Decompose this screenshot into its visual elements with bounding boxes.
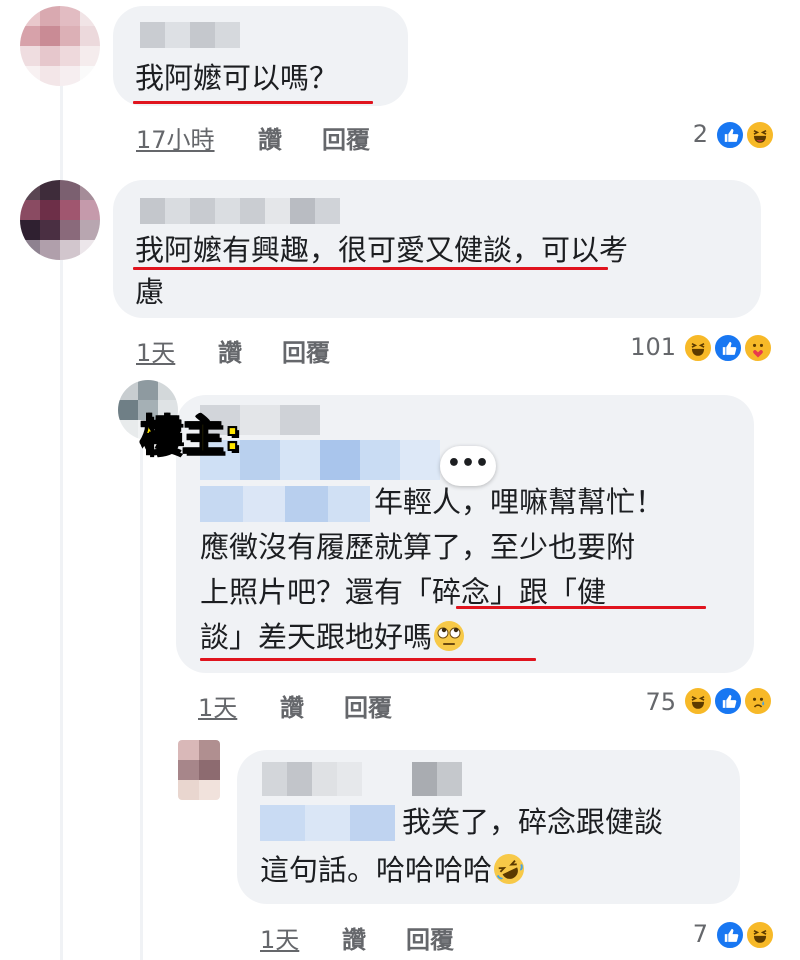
reply-link[interactable]: 回覆 [322, 120, 370, 155]
comment-text-line: 我阿嬤有興趣，很可愛又健談，可以考 [135, 233, 629, 267]
comment-text-line: 慮 [135, 275, 165, 309]
like-reaction-icon [713, 333, 743, 363]
like-reaction-icon [715, 920, 745, 950]
comment-text-line: 這句話。哈哈哈哈 [260, 848, 526, 892]
comment-timestamp[interactable]: 1天 [198, 694, 237, 722]
avatar[interactable] [20, 6, 100, 86]
op-badge: 樓主: [139, 410, 242, 461]
comment-actions: 1天 [198, 688, 237, 723]
comment-text-segment: 談」差天跟地好嗎 [200, 620, 433, 654]
like-reaction-icon [713, 686, 743, 716]
reaction-count[interactable]: 7 [670, 920, 708, 948]
reaction-count[interactable]: 75 [630, 688, 676, 716]
like-link[interactable]: 讚 [218, 333, 242, 368]
sad-reaction-icon [743, 686, 773, 716]
highlight-underline [133, 267, 608, 270]
comment-actions: 1天 [136, 333, 175, 368]
commenter-name-blurred[interactable] [140, 22, 240, 48]
comment-text-line: 應徵沒有履歷就算了，至少也要附 [200, 530, 636, 564]
mentioned-name-blurred[interactable] [200, 486, 370, 522]
eye-roll-emoji-icon [434, 621, 465, 651]
comment-text-line: 談」差天跟地好嗎 [200, 615, 466, 659]
reaction-count[interactable]: 2 [660, 120, 708, 148]
haha-reaction-icon [683, 333, 713, 363]
care-reaction-icon [743, 333, 773, 363]
like-link[interactable]: 讚 [258, 120, 282, 155]
reply-link[interactable]: 回覆 [344, 688, 392, 723]
comment-timestamp[interactable]: 1天 [136, 339, 175, 367]
highlight-underline [200, 658, 536, 661]
haha-reaction-icon [745, 920, 775, 950]
avatar[interactable] [178, 740, 220, 800]
rofl-emoji-icon [494, 854, 525, 884]
comment-text: 我阿嬤可以嗎？ [135, 61, 339, 95]
comment-actions: 17小時 [136, 120, 215, 155]
reply-link[interactable]: 回覆 [406, 920, 454, 955]
comment-text-segment: 這句話。哈哈哈哈 [260, 853, 493, 887]
like-link[interactable]: 讚 [280, 688, 304, 723]
reply-link[interactable]: 回覆 [282, 333, 330, 368]
comment-text-line: 年輕人，哩嘛幫幫忙！ [374, 485, 665, 519]
highlight-underline [133, 101, 373, 104]
comment-timestamp[interactable]: 1天 [260, 926, 299, 954]
comment-text-line: 我笑了，碎念跟健談 [402, 805, 664, 839]
comment-timestamp[interactable]: 17小時 [136, 126, 215, 154]
highlight-underline [456, 606, 706, 609]
haha-reaction-icon [683, 686, 713, 716]
haha-reaction-icon [745, 120, 775, 150]
like-reaction-icon [715, 120, 745, 150]
mentioned-name-blurred[interactable] [260, 805, 395, 841]
commenter-name-blurred[interactable] [140, 198, 340, 224]
commenter-name-blurred[interactable] [262, 762, 462, 796]
comment-actions: 1天 [260, 920, 299, 955]
thread-line [140, 448, 143, 960]
like-link[interactable]: 讚 [342, 920, 366, 955]
reaction-count[interactable]: 101 [610, 333, 676, 361]
avatar[interactable] [20, 180, 100, 260]
